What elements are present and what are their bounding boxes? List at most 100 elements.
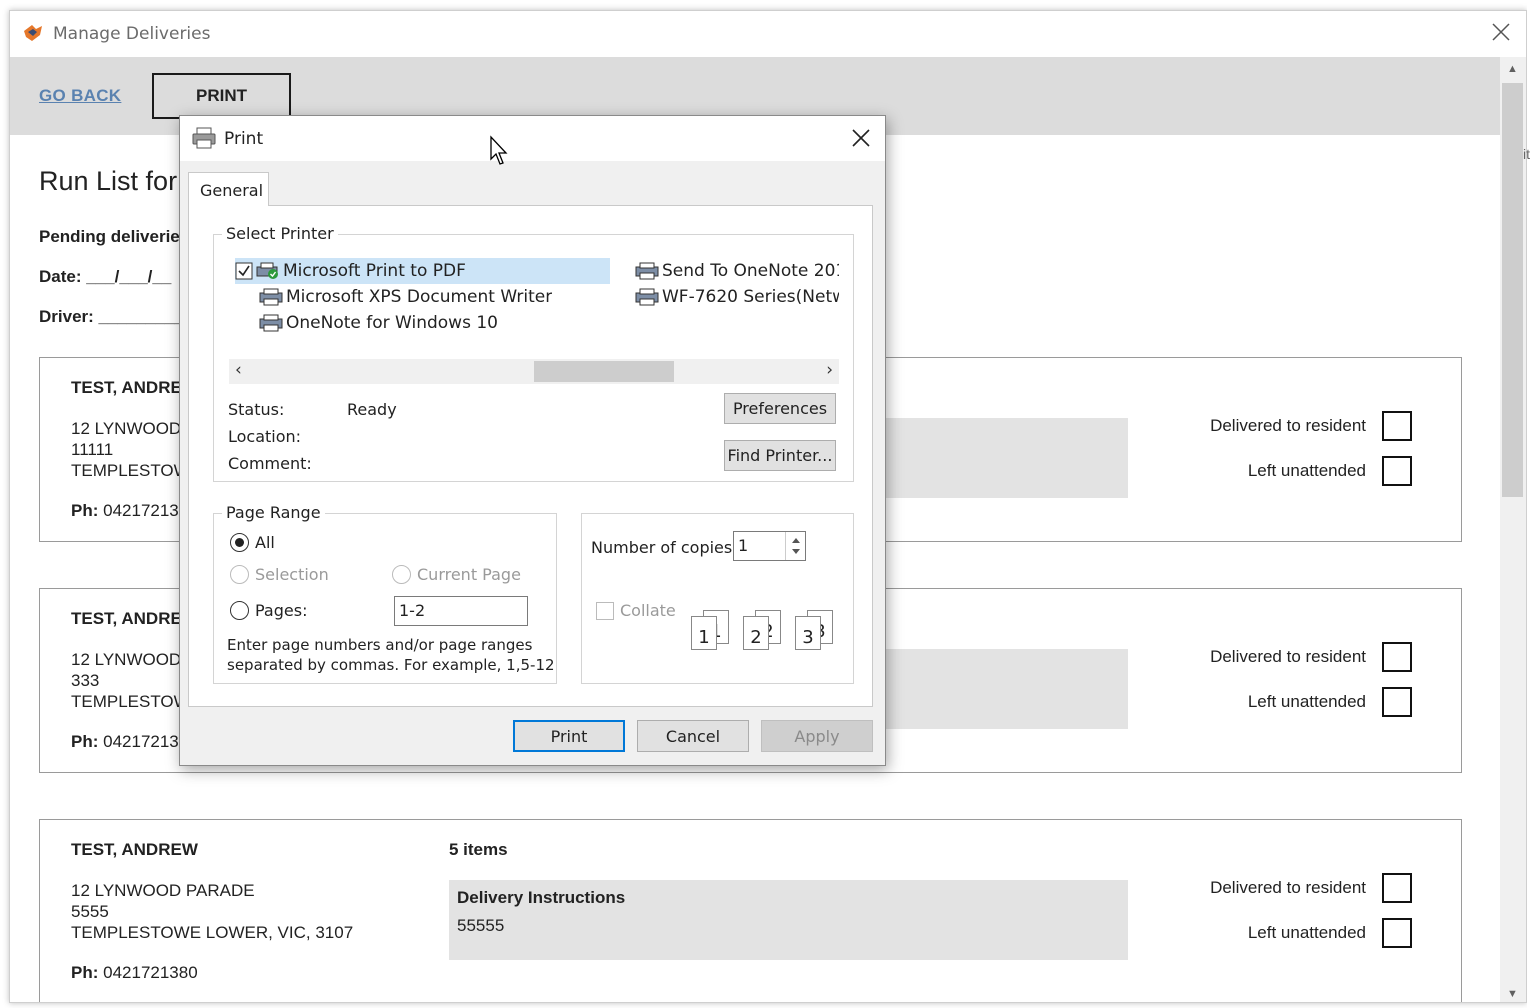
mouse-cursor-icon — [490, 135, 508, 165]
window-close-icon[interactable] — [1490, 21, 1512, 43]
page-icon: 1 — [691, 616, 717, 650]
print-dialog-apply-button[interactable]: Apply — [761, 720, 873, 752]
printer-item-send-to-onenote[interactable]: Send To OneNote 201 — [635, 258, 839, 284]
copies-value: 1 — [738, 536, 749, 555]
customer-name: TEST, ANDRE — [71, 378, 182, 397]
window-title: Manage Deliveries — [53, 24, 211, 44]
printer-icon — [259, 314, 283, 332]
copies-group: Number of copies: 1 Collate 1 1 2 2 3 3 — [581, 513, 854, 684]
scroll-right-icon[interactable]: › — [826, 360, 833, 380]
scrollbar-thumb[interactable] — [1502, 83, 1523, 497]
customer-phone: Ph: 04217213 — [71, 501, 179, 521]
delivered-checkbox[interactable] — [1382, 411, 1412, 441]
date-line: Date: ___/___/__ — [39, 267, 172, 286]
radio-circle — [230, 533, 249, 552]
customer-name: TEST, ANDREW — [71, 840, 198, 859]
printer-list-horizontal-scrollbar[interactable]: ‹ › — [229, 359, 839, 384]
vertical-scrollbar[interactable]: ▲ ▼ — [1500, 57, 1526, 1002]
printer-item-onenote-win10[interactable]: OneNote for Windows 10 — [259, 310, 498, 336]
phone-number: 04217213 — [103, 732, 179, 751]
customer-phone: Ph: 0421721380 — [71, 963, 198, 983]
radio-selection[interactable]: Selection — [230, 565, 329, 584]
window-titlebar: Manage Deliveries — [10, 11, 1526, 57]
address-line-2: 5555 — [71, 902, 109, 921]
left-unattended-label: Left unattended — [1247, 692, 1366, 711]
comment-label: Comment: — [228, 454, 312, 473]
phone-number: 0421721380 — [103, 963, 198, 982]
scroll-left-icon[interactable]: ‹ — [235, 360, 242, 380]
page-icon: 2 — [743, 616, 769, 650]
preferences-button[interactable]: Preferences — [724, 393, 836, 424]
radio-all[interactable]: All — [230, 533, 275, 552]
printer-item-xps-writer[interactable]: Microsoft XPS Document Writer — [259, 284, 552, 310]
customer-phone: Ph: 04217213 — [71, 732, 179, 752]
pages-input[interactable]: 1-2 — [394, 596, 528, 626]
scroll-down-icon[interactable]: ▼ — [1507, 988, 1518, 1000]
copies-input[interactable]: 1 — [733, 531, 806, 561]
address-line-1: 12 LYNWOOD — [71, 650, 182, 669]
collate-checkbox[interactable]: Collate — [596, 601, 676, 620]
customer-name: TEST, ANDRE — [71, 609, 182, 628]
delivery-instructions-title: Delivery Instructions — [457, 888, 626, 907]
go-back-link[interactable]: GO BACK — [39, 86, 121, 106]
delivered-to-resident-row: Delivered to resident — [1210, 411, 1412, 441]
status-value: Ready — [347, 400, 397, 419]
printer-name: Microsoft Print to PDF — [283, 261, 466, 281]
customer-address: 12 LYNWOOD PARADE 5555 TEMPLESTOWE LOWER… — [71, 880, 353, 943]
delivery-instructions-box: Delivery Instructions 55555 — [449, 880, 1128, 960]
printer-icon — [635, 288, 659, 306]
checkbox-checked-icon — [235, 262, 253, 280]
address-line-2: 333 — [71, 671, 100, 690]
customer-address: 12 LYNWOOD 333 TEMPLESTOW — [71, 649, 190, 712]
left-unattended-checkbox[interactable] — [1382, 687, 1412, 717]
hscroll-thumb[interactable] — [534, 361, 674, 382]
location-label: Location: — [228, 427, 302, 446]
left-unattended-label: Left unattended — [1247, 461, 1366, 480]
printer-default-icon — [256, 262, 278, 279]
radio-pages[interactable]: Pages: — [230, 601, 307, 620]
print-button[interactable]: PRINT — [152, 73, 291, 119]
printer-name: OneNote for Windows 10 — [286, 313, 498, 333]
printer-item-microsoft-print-to-pdf[interactable]: Microsoft Print to PDF — [235, 258, 610, 284]
address-line-1: 12 LYNWOOD — [71, 419, 182, 438]
delivered-checkbox[interactable] — [1382, 642, 1412, 672]
background-text: it — [1523, 146, 1530, 162]
left-unattended-checkbox[interactable] — [1382, 918, 1412, 948]
copies-label: Number of copies: — [591, 538, 738, 557]
radio-current-page[interactable]: Current Page — [392, 565, 521, 584]
delivered-checkbox[interactable] — [1382, 873, 1412, 903]
printer-item-wf-7620[interactable]: WF-7620 Series(Netwo — [635, 284, 839, 310]
address-line-1: 12 LYNWOOD PARADE — [71, 881, 255, 900]
close-icon[interactable] — [851, 128, 871, 148]
left-unattended-checkbox[interactable] — [1382, 456, 1412, 486]
printer-icon — [259, 288, 283, 306]
radio-selection-label: Selection — [255, 565, 329, 584]
delivery-instructions-value: 55555 — [457, 916, 505, 935]
pending-deliveries-label: Pending deliverie — [39, 227, 180, 246]
tab-general[interactable]: General — [188, 172, 269, 206]
page-title: Run List for — [39, 166, 178, 196]
status-label: Status: — [228, 400, 285, 419]
delivered-label: Delivered to resident — [1210, 878, 1366, 897]
driver-line: Driver: _________ — [39, 307, 184, 326]
radio-circle — [230, 565, 249, 584]
delivered-label: Delivered to resident — [1210, 647, 1366, 666]
copies-spinner[interactable] — [785, 532, 805, 560]
collate-label: Collate — [620, 601, 676, 620]
printer-list: Microsoft Print to PDF Microsoft XPS Doc… — [229, 255, 839, 359]
phone-label: Ph: — [71, 732, 99, 751]
print-dialog-print-button[interactable]: Print — [513, 720, 625, 752]
print-dialog-cancel-button[interactable]: Cancel — [637, 720, 749, 752]
phone-label: Ph: — [71, 501, 99, 520]
page-range-group: Page Range All Selection Current Page Pa… — [213, 503, 557, 684]
left-unattended-row: Left unattended — [1248, 687, 1412, 717]
customer-address: 12 LYNWOOD 11111 TEMPLESTOW — [71, 418, 190, 481]
print-dialog-titlebar: Print — [180, 116, 885, 161]
select-printer-group: Select Printer Microsoft Print to PDF Mi… — [213, 224, 854, 482]
address-line-3: TEMPLESTOW — [71, 692, 190, 711]
scroll-up-icon[interactable]: ▲ — [1507, 63, 1518, 75]
left-unattended-label: Left unattended — [1247, 923, 1366, 942]
delivered-to-resident-row: Delivered to resident — [1210, 642, 1412, 672]
find-printer-button[interactable]: Find Printer... — [724, 440, 836, 471]
left-unattended-row: Left unattended — [1248, 456, 1412, 486]
